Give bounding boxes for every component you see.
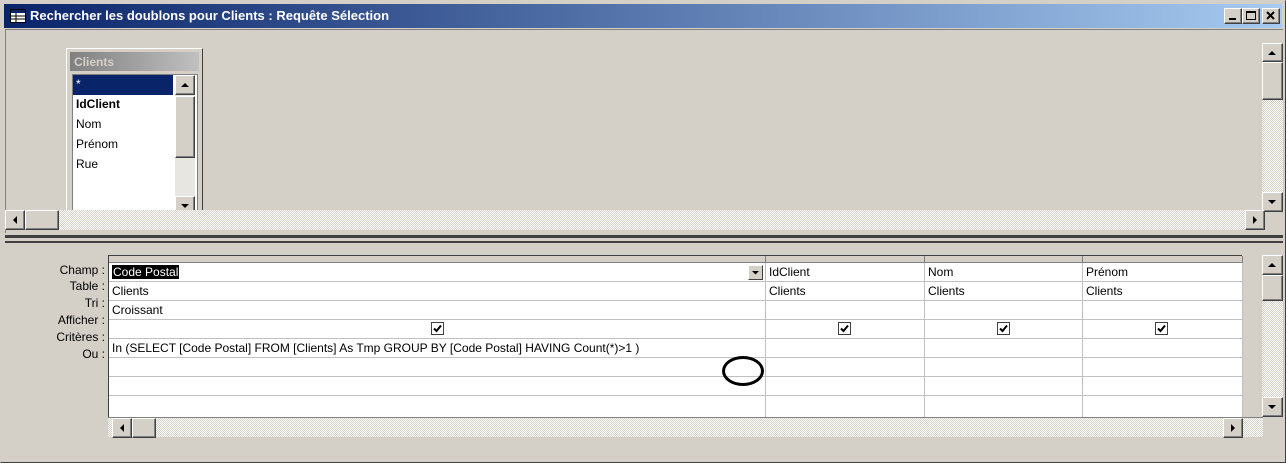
window-title: Rechercher les doublons pour Clients : R… <box>30 8 390 23</box>
query-icon <box>10 9 26 23</box>
arrow-up-icon <box>181 83 189 87</box>
cell-criteres-1[interactable]: In (SELECT [Code Postal] FROM [Clients] … <box>109 339 765 358</box>
cell-afficher-2[interactable] <box>766 320 924 339</box>
title-bar[interactable]: Rechercher les doublons pour Clients : R… <box>4 4 1282 28</box>
show-checkbox-3[interactable] <box>997 322 1010 335</box>
grid-hscroll-thumb[interactable] <box>132 418 156 438</box>
maximize-button[interactable] <box>1242 8 1260 24</box>
cell-table-3[interactable]: Clients <box>925 282 1082 301</box>
upper-scroll-left-button[interactable] <box>5 210 25 230</box>
cell-afficher-4[interactable] <box>1083 320 1242 339</box>
row-label-ou: Ou : <box>82 347 105 361</box>
close-button[interactable] <box>1262 8 1280 24</box>
show-checkbox-4[interactable] <box>1155 322 1168 335</box>
upper-scroll-right-button[interactable] <box>1245 210 1265 230</box>
column-selector-2[interactable] <box>766 256 925 263</box>
grid-scroll-up-button[interactable] <box>1262 255 1283 275</box>
row-label-tri: Tri : <box>84 296 105 310</box>
grid-column-idclient: IdClient Clients <box>766 263 925 418</box>
cell-ou-4[interactable] <box>1083 358 1242 377</box>
cell-champ-3[interactable]: Nom <box>925 263 1082 282</box>
cell-afficher-3[interactable] <box>925 320 1082 339</box>
grid-column-code-postal: Code Postal Clients Croissant In (SELECT… <box>109 263 766 418</box>
column-selector-4[interactable] <box>1083 256 1243 263</box>
minimize-icon <box>1229 18 1236 20</box>
row-label-afficher: Afficher : <box>57 313 105 327</box>
query-design-grid[interactable]: Code Postal Clients Croissant In (SELECT… <box>108 255 1243 418</box>
cell-champ-4[interactable]: Prénom <box>1083 263 1242 282</box>
cell-table-1[interactable]: Clients <box>109 282 765 301</box>
grid-horizontal-scrollbar[interactable] <box>108 417 1263 438</box>
grid-vscroll-thumb[interactable] <box>1262 275 1283 301</box>
cell-tri-1[interactable]: Croissant <box>109 301 765 320</box>
column-selector-3[interactable] <box>925 256 1083 263</box>
row-label-criteres: Critères : <box>56 330 105 344</box>
query-window: Rechercher les doublons pour Clients : R… <box>0 0 1286 463</box>
grid-column-prenom: Prénom Clients <box>1083 263 1243 418</box>
field-dropdown-button[interactable] <box>748 265 763 280</box>
chevron-down-icon <box>752 271 759 275</box>
field-list-box[interactable]: * IdClient Nom Prénom Rue <box>72 74 198 218</box>
cell-criteres-2[interactable] <box>766 339 924 358</box>
cell-empty-1[interactable] <box>109 377 765 396</box>
cell-ou-1[interactable] <box>109 358 765 377</box>
minimize-button[interactable] <box>1224 8 1242 24</box>
show-checkbox-2[interactable] <box>838 322 851 335</box>
cell-champ-2[interactable]: IdClient <box>766 263 924 282</box>
cell-empty-2[interactable] <box>766 377 924 396</box>
field-item-nom[interactable]: Nom <box>73 115 173 135</box>
upper-hscroll-thumb[interactable] <box>25 210 59 230</box>
arrow-up-icon <box>1268 51 1276 55</box>
maximize-icon <box>1246 11 1256 20</box>
scroll-up-button[interactable] <box>175 75 195 95</box>
cell-criteres-4[interactable] <box>1083 339 1242 358</box>
cell-table-2[interactable]: Clients <box>766 282 924 301</box>
close-icon <box>1266 11 1275 20</box>
grid-scroll-right-button[interactable] <box>1223 418 1243 438</box>
cell-tri-4[interactable] <box>1083 301 1242 320</box>
arrow-left-icon <box>120 424 124 432</box>
field-item-prenom[interactable]: Prénom <box>73 135 173 155</box>
upper-vertical-scrollbar[interactable] <box>1262 43 1283 212</box>
pane-splitter-line <box>5 241 1283 243</box>
highlight-circle <box>722 356 764 386</box>
field-item-all[interactable]: * <box>73 75 173 95</box>
cell-empty-4[interactable] <box>1083 377 1242 396</box>
cell-champ-1-text: Code Postal <box>112 265 180 279</box>
pane-splitter[interactable] <box>5 235 1283 238</box>
cell-table-4[interactable]: Clients <box>1083 282 1242 301</box>
grid-column-nom: Nom Clients <box>925 263 1083 418</box>
field-list-clients[interactable]: Clients * IdClient Nom Prénom Rue <box>66 48 203 222</box>
field-list-title[interactable]: Clients <box>70 52 199 71</box>
cell-ou-2[interactable] <box>766 358 924 377</box>
field-item-idclient[interactable]: IdClient <box>73 95 173 115</box>
grid-scroll-down-button[interactable] <box>1262 397 1283 417</box>
cell-criteres-3[interactable] <box>925 339 1082 358</box>
arrow-right-icon <box>1231 424 1235 432</box>
cell-afficher-1[interactable] <box>109 320 765 339</box>
scroll-thumb[interactable] <box>175 96 195 158</box>
cell-ou-3[interactable] <box>925 358 1082 377</box>
table-pane: Clients * IdClient Nom Prénom Rue <box>5 29 1283 233</box>
upper-horizontal-scrollbar[interactable] <box>5 210 1265 230</box>
cell-tri-3[interactable] <box>925 301 1082 320</box>
cell-champ-1[interactable]: Code Postal <box>109 263 765 282</box>
row-label-table: Table : <box>69 279 105 293</box>
field-list-scrollbar[interactable] <box>175 75 195 217</box>
upper-scroll-down-button[interactable] <box>1262 192 1283 212</box>
arrow-right-icon <box>1253 216 1257 224</box>
upper-scroll-thumb[interactable] <box>1262 62 1283 100</box>
column-selector-1[interactable] <box>109 256 766 263</box>
show-checkbox-1[interactable] <box>431 322 444 335</box>
cell-tri-2[interactable] <box>766 301 924 320</box>
grid-scroll-left-button[interactable] <box>112 418 132 438</box>
field-item-rue[interactable]: Rue <box>73 155 173 175</box>
upper-scroll-up-button[interactable] <box>1262 43 1283 62</box>
arrow-up-icon <box>1268 263 1276 267</box>
arrow-down-icon <box>1268 200 1276 204</box>
cell-empty-3[interactable] <box>925 377 1082 396</box>
grid-vertical-scrollbar[interactable] <box>1262 255 1283 417</box>
arrow-left-icon <box>13 216 17 224</box>
arrow-down-icon <box>1268 405 1276 409</box>
